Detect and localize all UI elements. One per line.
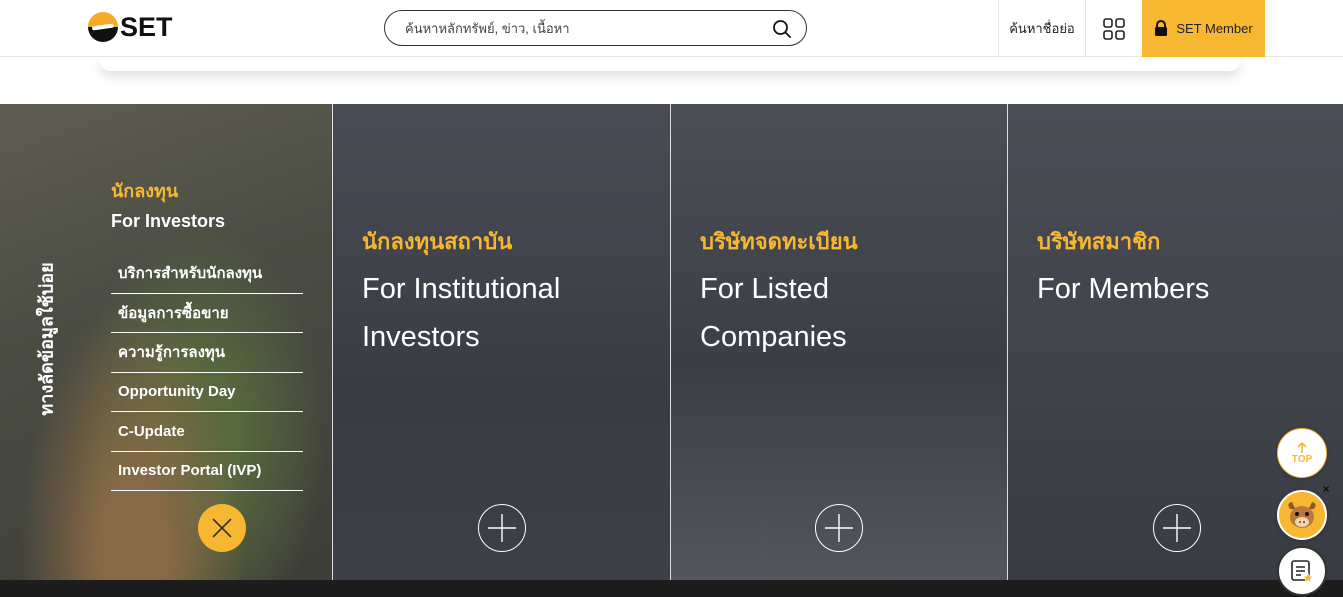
search-icon[interactable] (772, 19, 792, 39)
listed-title-th: บริษัทจดทะเบียน (700, 229, 858, 254)
close-icon (212, 518, 232, 538)
expand-institutional-button[interactable] (478, 504, 526, 552)
menu-item-opportunity-day[interactable]: Opportunity Day (111, 373, 303, 412)
institutional-title-th: นักลงทุนสถาบัน (362, 229, 513, 254)
plus-icon (1163, 514, 1191, 542)
back-to-top-label: TOP (1291, 453, 1313, 465)
menu-item-investor-portal[interactable]: Investor Portal (IVP) (111, 452, 303, 491)
listed-content: บริษัทจดทะเบียน For Listed Companies (700, 224, 990, 361)
institutional-content: นักลงทุนสถาบัน For Institutional Investo… (362, 224, 652, 361)
apps-menu-button[interactable] (1086, 0, 1142, 57)
expand-members-button[interactable] (1153, 504, 1201, 552)
abbreviation-search-link[interactable]: ค้นหาชื่อย่อ (998, 0, 1086, 57)
search-input[interactable] (405, 17, 765, 39)
set-logo-mark (88, 12, 118, 42)
set-logo[interactable]: SET (88, 12, 173, 42)
menu-item-investor-services[interactable]: บริการสำหรับนักลงทุน (111, 254, 303, 294)
institutional-title-en-1: For Institutional (362, 273, 561, 305)
listed-companies-panel[interactable]: บริษัทจดทะเบียน For Listed Companies (671, 104, 1007, 580)
logo-text: SET (120, 12, 173, 42)
menu-item-investment-knowledge[interactable]: ความรู้การลงทุน (111, 333, 303, 373)
quick-links-section: ทางลัดข้อมูลใช้บ่อย นักลงทุน For Investo… (0, 104, 1343, 580)
mascot-icon (1288, 502, 1316, 528)
back-to-top-button[interactable]: TOP (1277, 428, 1327, 478)
expand-listed-button[interactable] (815, 504, 863, 552)
plus-icon (488, 514, 516, 542)
investors-menu: บริการสำหรับนักลงทุน ข้อมูลการซื้อขาย คว… (111, 254, 303, 491)
chatbot-button[interactable] (1277, 490, 1327, 540)
plus-icon (825, 514, 853, 542)
members-content: บริษัทสมาชิก For Members (1037, 224, 1327, 313)
close-panel-button[interactable] (198, 504, 246, 552)
close-chatbot-button[interactable]: × (1320, 483, 1332, 495)
institutional-title-en-2: Investors (362, 321, 480, 353)
members-title-en-1: For Members (1037, 273, 1210, 305)
favorites-button[interactable] (1277, 546, 1327, 596)
investors-title-en: For Investors (111, 211, 226, 231)
investors-title-th: นักลงทุน (111, 181, 179, 201)
listed-title-en-2: Companies (700, 321, 847, 353)
menu-item-c-update[interactable]: C-Update (111, 412, 303, 452)
header-dropdown-shadow (100, 57, 1240, 71)
set-member-button[interactable]: SET Member (1142, 0, 1265, 57)
menu-item-trading-data[interactable]: ข้อมูลการซื้อขาย (111, 294, 303, 333)
site-header: SET ค้นหาชื่อย่อ SET Member (0, 0, 1343, 57)
members-title-th: บริษัทสมาชิก (1037, 229, 1161, 254)
footer-bar (0, 580, 1343, 597)
lock-icon (1155, 20, 1168, 36)
grid-icon (1103, 17, 1125, 40)
listed-title-en-1: For Listed (700, 273, 829, 305)
favorite-list-icon (1291, 560, 1314, 583)
investors-content: นักลงทุน For Investors บริการสำหรับนักลง… (111, 176, 303, 491)
search-box (384, 10, 807, 46)
institutional-investors-panel[interactable]: นักลงทุนสถาบัน For Institutional Investo… (333, 104, 670, 580)
investors-panel: ทางลัดข้อมูลใช้บ่อย นักลงทุน For Investo… (0, 104, 332, 580)
arrow-up-icon (1297, 441, 1307, 453)
quick-links-vertical-title: ทางลัดข้อมูลใช้บ่อย (36, 262, 57, 416)
set-member-label: SET Member (1176, 21, 1253, 36)
